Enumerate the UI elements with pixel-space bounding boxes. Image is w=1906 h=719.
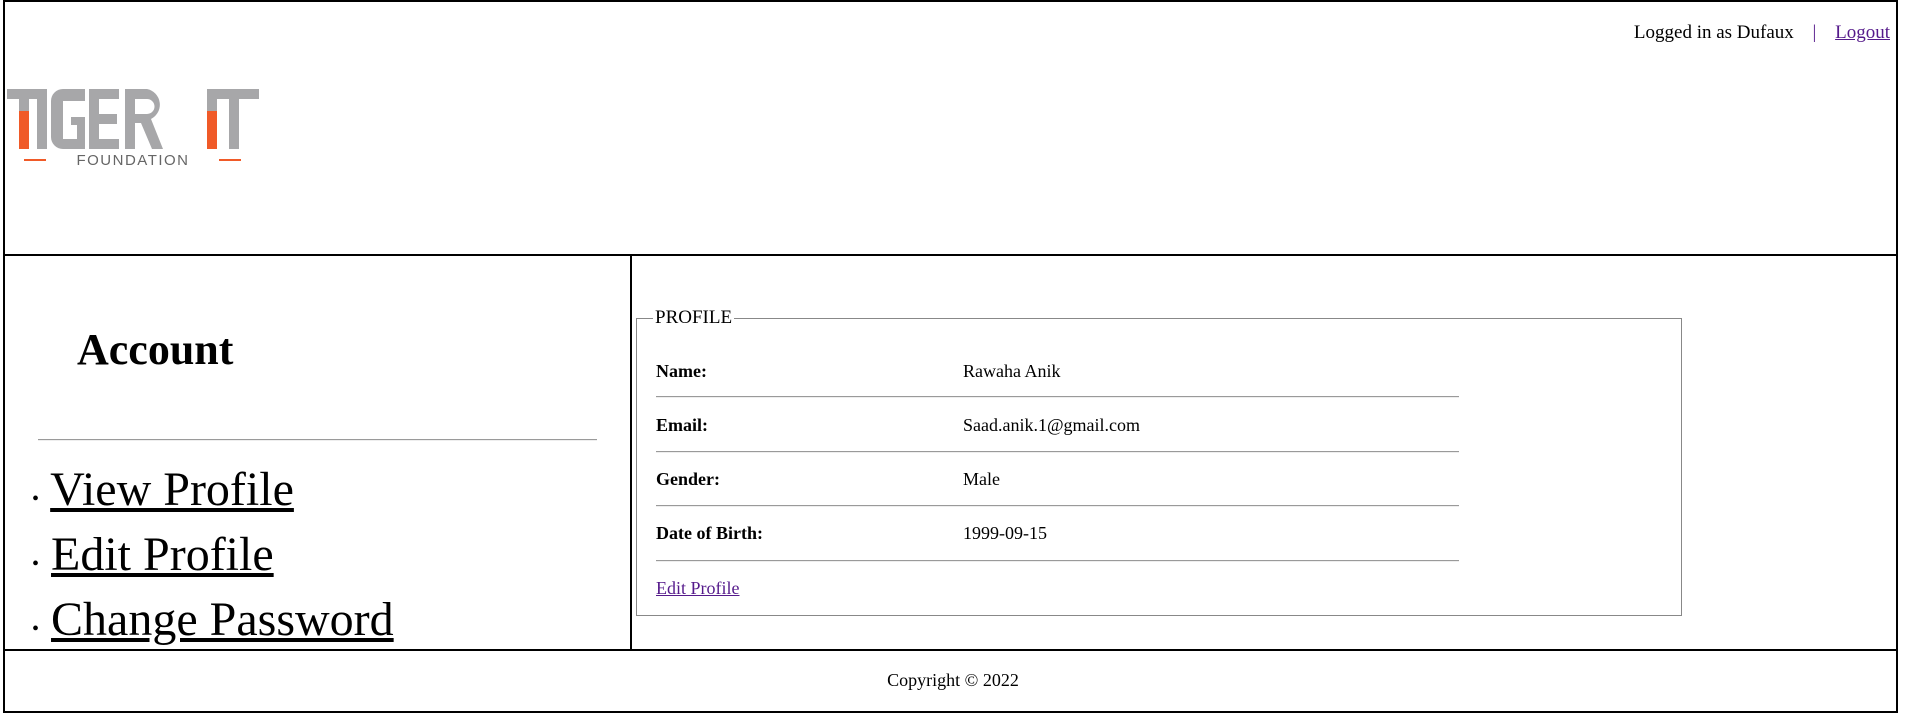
profile-legend: PROFILE: [653, 307, 735, 329]
row-divider: [656, 396, 1459, 398]
tiger-it-logo: FOUNDATION: [7, 89, 259, 169]
logout-link[interactable]: Logout: [1835, 22, 1890, 43]
view-profile-link[interactable]: View Profile: [50, 463, 294, 516]
row-divider: [656, 451, 1459, 453]
separator: |: [1812, 22, 1817, 43]
sidebar-divider: [38, 439, 597, 441]
name-label: Name:: [656, 361, 707, 381]
sidebar-item-change-password: • Change Password: [32, 593, 394, 646]
sidebar-title: Account: [77, 325, 234, 374]
sidebar-nav: • View Profile • Edit Profile • Change P…: [32, 462, 394, 657]
gender-value: Male: [963, 469, 1000, 489]
user-status: Logged in as Dufaux | Logout: [1634, 22, 1890, 44]
email-label: Email:: [656, 415, 708, 435]
email-value: Saad.anik.1@gmail.com: [963, 415, 1141, 435]
sidebar-item-view-profile: • View Profile: [32, 463, 294, 516]
change-password-link[interactable]: Change Password: [51, 593, 394, 646]
edit-profile-link[interactable]: Edit Profile: [51, 528, 274, 581]
edit-profile-button[interactable]: Edit Profile: [656, 578, 740, 599]
svg-text:FOUNDATION: FOUNDATION: [76, 152, 189, 169]
header: [3, 0, 1898, 256]
dob-value: 1999-09-15: [963, 523, 1047, 543]
logged-in-text: Logged in as Dufaux: [1633, 22, 1794, 43]
sidebar-item-edit-profile: • Edit Profile: [32, 528, 274, 581]
name-value: Rawaha Anik: [963, 361, 1061, 381]
copyright: Copyright © 2022: [887, 670, 1019, 690]
row-divider: [656, 505, 1459, 507]
row-divider: [656, 560, 1459, 562]
dob-label: Date of Birth:: [656, 523, 763, 543]
gender-label: Gender:: [656, 469, 720, 489]
profile-fieldset: PROFILE: [636, 307, 1682, 616]
